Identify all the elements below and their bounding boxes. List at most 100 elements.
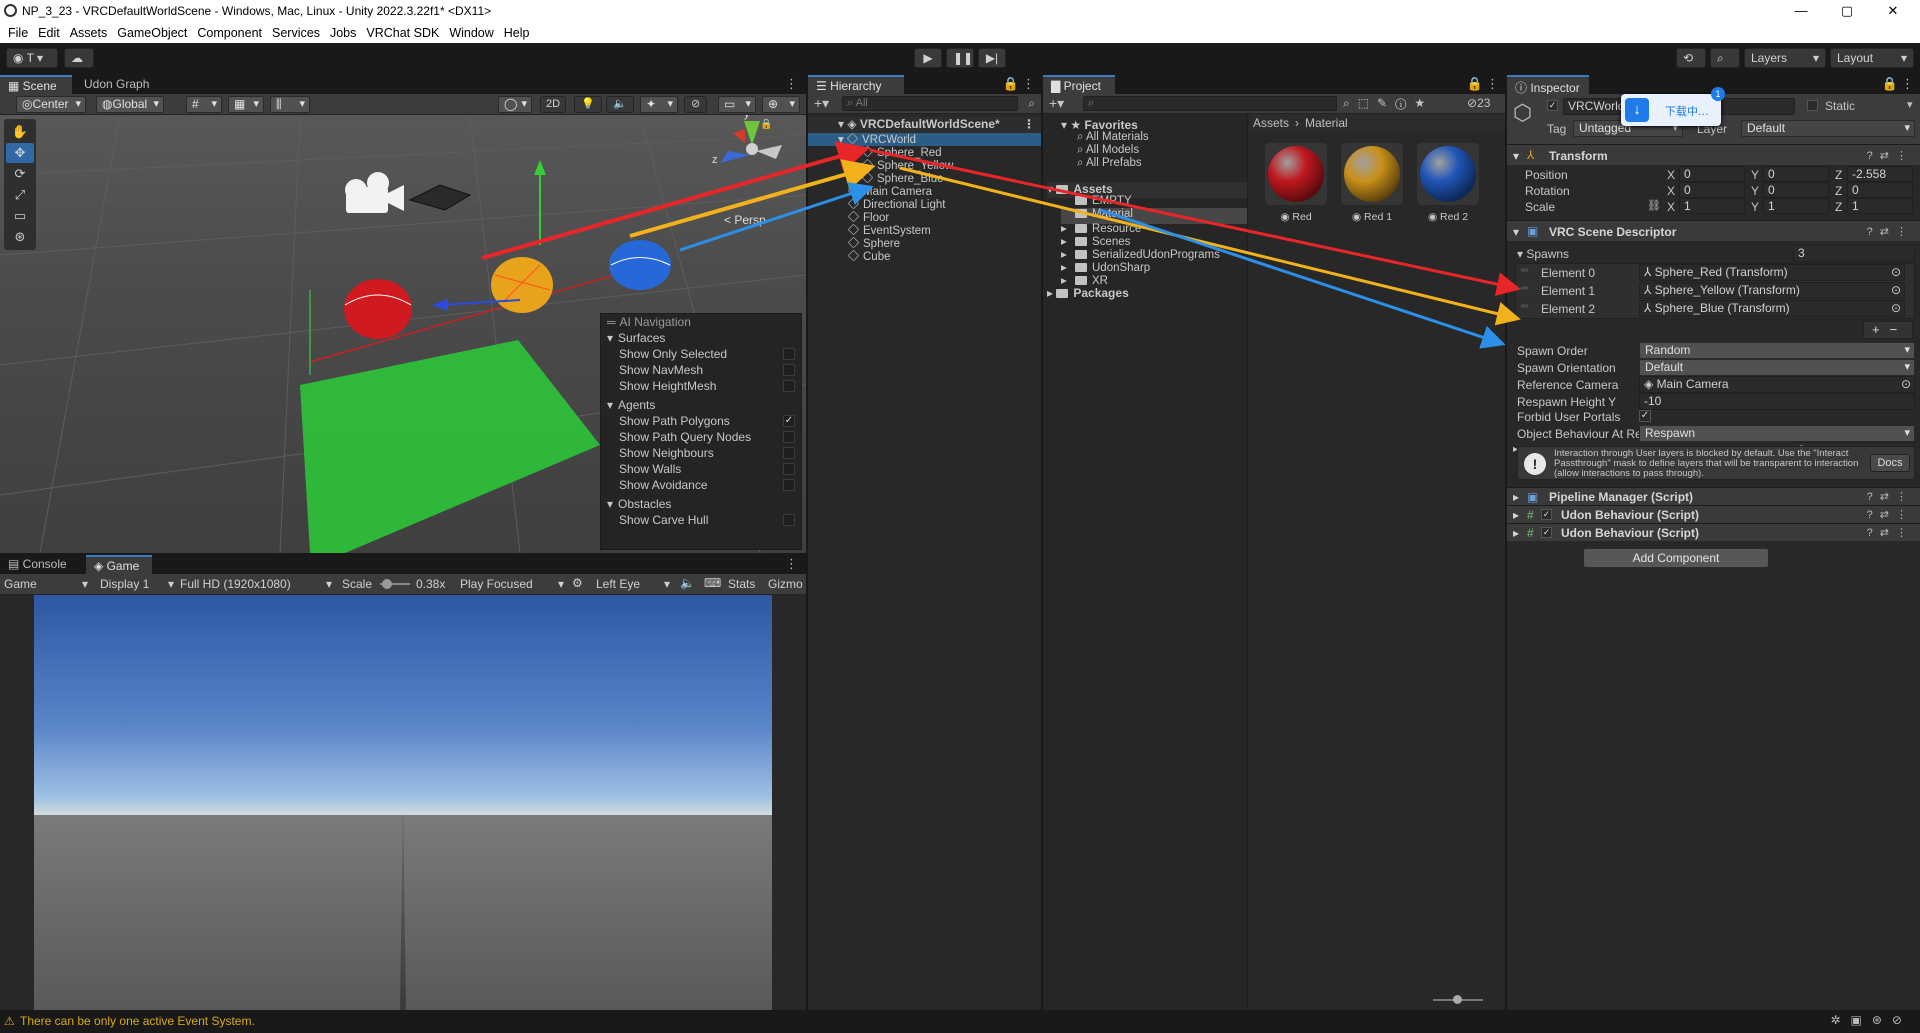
expand-icon[interactable]: ▸ <box>1061 247 1075 261</box>
option-checkbox[interactable] <box>783 463 795 476</box>
list-add-remove[interactable]: +− <box>1863 321 1913 339</box>
option-checkbox[interactable] <box>783 479 795 492</box>
status-icons[interactable]: ✲▣⊛⊘ <box>1830 1013 1912 1027</box>
transform-tool-icon[interactable]: ⊛ <box>6 227 34 247</box>
project-lock-icon[interactable]: 🔒 <box>1467 76 1483 92</box>
hand-tool-icon[interactable]: ✋ <box>6 122 34 142</box>
ai-nav-option[interactable]: Show Carve Hull <box>601 512 801 528</box>
expand-icon[interactable]: ▸ <box>1061 273 1075 287</box>
option-checkbox[interactable]: ✓ <box>783 414 795 427</box>
tab-game[interactable]: ◈ Game <box>86 555 152 574</box>
spawn-element-field[interactable]: ⅄ Sphere_Red (Transform) ⊙ <box>1639 264 1905 281</box>
ai-nav-option[interactable]: Show HeightMesh <box>601 378 801 394</box>
project-search-input[interactable]: ⌕ <box>1083 96 1337 111</box>
hierarchy-lock-icon[interactable]: 🔒 <box>1003 76 1019 92</box>
search-icon[interactable]: ⌕ <box>1710 48 1740 68</box>
step-button[interactable]: ▶| <box>978 48 1006 68</box>
agents-section[interactable]: ▾ Agents <box>601 397 801 413</box>
orientation-gizmo[interactable]: y z 🔒 <box>712 115 782 166</box>
minimize-icon[interactable]: — <box>1778 0 1824 22</box>
project-more-icon[interactable]: ⋮ <box>1486 76 1499 92</box>
tab-udon-graph[interactable]: Udon Graph <box>76 75 157 94</box>
spawn-orientation-dropdown[interactable]: Default <box>1639 359 1915 376</box>
axis-y-label[interactable]: Y <box>1751 200 1759 214</box>
pivot-dropdown[interactable]: ◎Center <box>16 96 86 113</box>
hierarchy-item[interactable]: EventSystem <box>808 223 1041 237</box>
maximize-icon[interactable]: ▢ <box>1824 0 1870 22</box>
option-checkbox[interactable] <box>783 447 795 460</box>
spawns-row[interactable]: ▾ Spawns 3 <box>1507 245 1920 263</box>
axis-x-label[interactable]: X <box>1667 168 1675 182</box>
menu-file[interactable]: File <box>8 26 28 40</box>
menu-component[interactable]: Component <box>197 26 262 40</box>
status-message[interactable]: There can be only one active Event Syste… <box>20 1014 255 1028</box>
ai-nav-option[interactable]: Show NavMesh <box>601 362 801 378</box>
scale-tool-icon[interactable]: ⤢ <box>6 185 34 205</box>
2d-toggle[interactable]: 2D <box>540 96 567 113</box>
tab-console[interactable]: ▤ Console <box>0 555 75 574</box>
spawn-order-dropdown[interactable]: Random <box>1639 342 1915 359</box>
obstacles-section[interactable]: ▾ Obstacles <box>601 496 801 512</box>
keyboard-icon[interactable]: ⌨ <box>704 576 721 590</box>
component-header[interactable]: ▸ ▣ Pipeline Manager (Script) ?⇄⋮ <box>1507 487 1920 505</box>
mute-icon[interactable]: 🔈 <box>680 576 695 590</box>
docs-button[interactable]: Docs <box>1870 454 1910 472</box>
increment-snap-icon[interactable]: ⫼ <box>270 96 310 113</box>
layers-dropdown[interactable]: Layers ▾ <box>1744 48 1826 68</box>
transform-header[interactable]: ▾ ⅄ Transform ?⇄⋮ <box>1507 144 1920 165</box>
packages-node[interactable]: ▸ Packages <box>1047 286 1129 302</box>
transform-position-y[interactable]: 0 <box>1763 166 1829 182</box>
perspective-label[interactable]: < Persp <box>724 213 766 227</box>
project-create-icon[interactable]: +▾ <box>1049 95 1064 112</box>
hierarchy-item[interactable]: Sphere_Yellow <box>808 158 1041 172</box>
pause-button[interactable]: ❚❚ <box>946 48 974 68</box>
menu-edit[interactable]: Edit <box>38 26 60 40</box>
hierarchy-item[interactable]: ▾ VRCWorld <box>808 132 1041 146</box>
axis-x-label[interactable]: X <box>1667 184 1675 198</box>
hierarchy-item[interactable]: Floor <box>808 210 1041 224</box>
option-checkbox[interactable] <box>783 430 795 443</box>
material-asset[interactable]: ◉ Red 2 <box>1415 143 1481 231</box>
object-picker-icon[interactable]: ⊙ <box>1891 265 1901 280</box>
eye-dropdown[interactable]: Left Eye ▾ <box>596 577 670 591</box>
component-header[interactable]: ▸ # ✓ Udon Behaviour (Script) ?⇄⋮ <box>1507 523 1920 541</box>
search-options-icon[interactable]: ⌕ <box>1028 96 1035 111</box>
game-viewport[interactable] <box>34 595 772 1010</box>
expand-icon[interactable]: ▾ <box>838 134 847 146</box>
axis-y-label[interactable]: Y <box>1751 168 1759 182</box>
option-checkbox[interactable] <box>783 513 795 526</box>
menu-help[interactable]: Help <box>504 26 530 40</box>
display-dropdown[interactable]: Display 1 ▾ <box>100 577 174 591</box>
hierarchy-item[interactable]: Sphere_Red <box>808 145 1041 159</box>
option-checkbox[interactable] <box>783 364 795 377</box>
drag-handle-icon[interactable]: ═ <box>1521 265 1528 276</box>
spawn-element-field[interactable]: ⅄ Sphere_Blue (Transform) ⊙ <box>1639 300 1905 317</box>
camera-settings-icon[interactable]: ▭ <box>718 96 756 113</box>
spawns-count-field[interactable]: 3 <box>1793 245 1915 262</box>
menu-jobs[interactable]: Jobs <box>330 26 356 40</box>
hidden-packages-count[interactable]: ⊘23 <box>1467 96 1490 110</box>
icon-size-slider[interactable] <box>1433 995 1483 1004</box>
hierarchy-item[interactable]: Main Camera <box>808 184 1041 198</box>
gizmos-icon[interactable]: ⊕ <box>762 96 800 113</box>
download-popup[interactable]: ↓ 下载中... 1 <box>1621 87 1725 126</box>
hierarchy-item[interactable]: Sphere_Blue <box>808 171 1041 185</box>
component-actions[interactable]: ?⇄⋮ <box>1867 508 1914 521</box>
grid-snap-icon[interactable]: # <box>186 96 222 113</box>
scale-slider[interactable] <box>380 579 410 589</box>
tab-project[interactable]: ▇ Project <box>1043 75 1115 94</box>
inspector-lock-icon[interactable]: 🔒 <box>1882 76 1898 92</box>
transform-scale-z[interactable]: 1 <box>1847 198 1913 214</box>
transform-scale-x[interactable]: 1 <box>1679 198 1745 214</box>
audio-icon[interactable]: 🔈 <box>606 96 634 113</box>
axis-z-label[interactable]: Z <box>1835 168 1842 182</box>
expand-icon[interactable]: ▸ <box>1061 234 1075 248</box>
tab-hierarchy[interactable]: ☰ Hierarchy <box>808 75 904 94</box>
add-component-button[interactable]: Add Component <box>1583 548 1769 568</box>
active-checkbox[interactable]: ✓ <box>1547 100 1558 111</box>
option-checkbox[interactable] <box>783 348 795 361</box>
component-actions[interactable]: ?⇄⋮ <box>1867 490 1914 503</box>
visibility-icon[interactable]: ⊘ <box>684 96 708 113</box>
hierarchy-item[interactable]: Sphere <box>808 236 1041 250</box>
hierarchy-item[interactable]: Cube <box>808 249 1041 263</box>
